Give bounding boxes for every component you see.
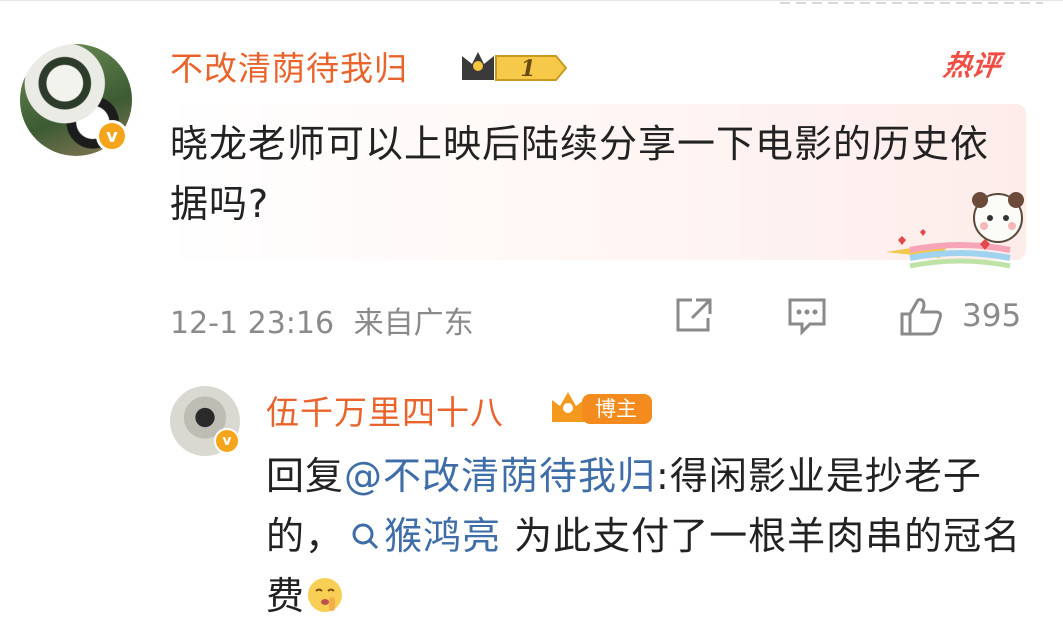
hot-comment-tag: 热评 [941,49,1003,82]
shush-emoji [308,578,343,612]
panda-sticker [886,192,1024,269]
timestamp: 12-1 23:16 [170,306,335,341]
like-count: 395 [962,298,1022,334]
comment-text: 晓龙老师可以上映后陆续分享一下电影的历史依据吗? [170,122,990,226]
scroll-indicator [780,2,1043,4]
blogger-badge: 博主 [552,392,652,424]
verified-mark: v [106,125,118,147]
location: 来自广东 [353,306,474,341]
reply-username[interactable]: 伍千万里四十八 [266,386,504,434]
share-icon[interactable] [674,296,716,336]
search-icon [352,523,379,550]
blogger-badge-text: 博主 [595,397,637,421]
comment-meta: 12-1 23:16 来自广东 [170,298,474,342]
reply-prefix: 回复 [266,454,345,498]
verified-icon: v [214,428,240,454]
fan-level-badge: 1 [462,52,568,82]
search-topic-link[interactable]: 猴鸿亮 [344,514,501,558]
reply-text: 回复@不改清荫待我归:得闲影业是抄老子的， 猴鸿亮 为此支付了一根羊肉串的冠名费 [266,446,1026,626]
comment-username[interactable]: 不改清荫待我归 [170,42,408,90]
fan-level-text: 1 [520,56,535,82]
search-topic-label: 猴鸿亮 [384,514,502,558]
top-divider [0,0,1063,1]
like-icon[interactable] [898,296,944,336]
mention-link[interactable]: @不改清荫待我归 [344,454,656,498]
verified-icon: v [96,120,128,152]
comment-icon[interactable] [786,296,828,336]
verified-mark: v [222,433,232,449]
